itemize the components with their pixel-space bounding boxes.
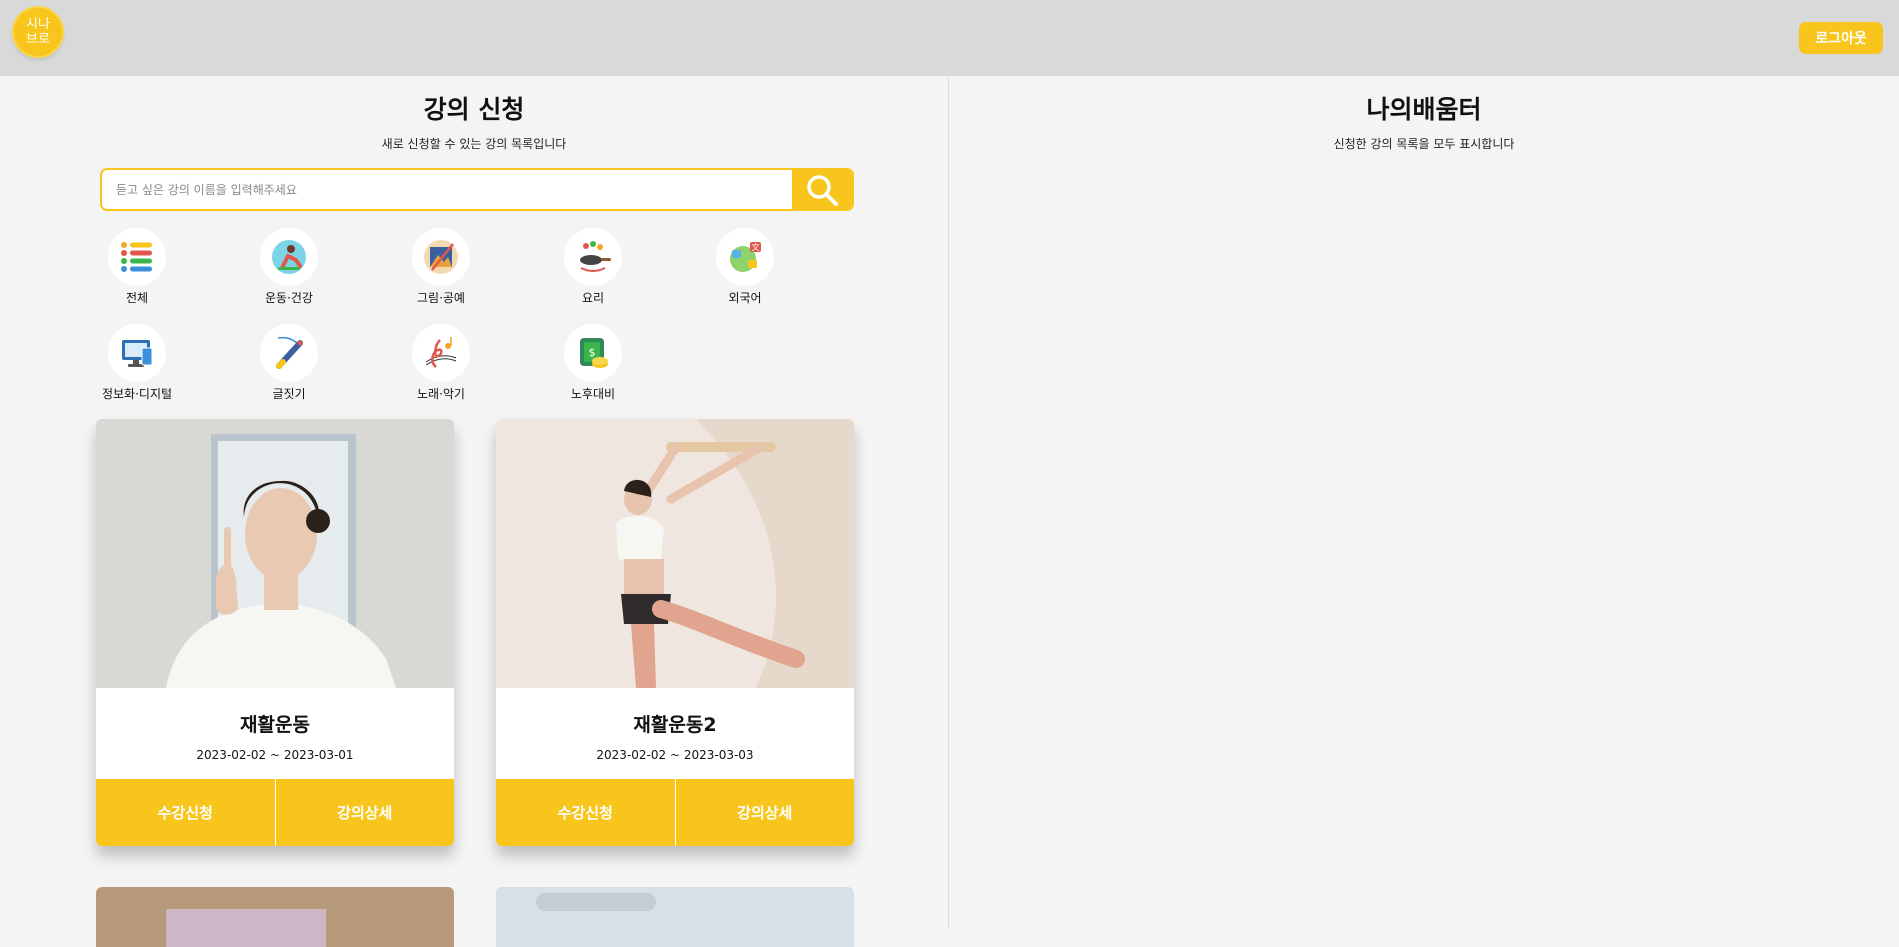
course-detail-button[interactable]: 강의상세 — [676, 779, 855, 846]
course-signup-title: 강의 신청 — [423, 95, 525, 124]
logout-button[interactable]: 로그아웃 — [1799, 22, 1883, 54]
art-icon — [424, 240, 458, 274]
language-icon: 文 — [730, 242, 761, 272]
course-title: 재활운동 — [240, 714, 310, 736]
course-photo-woman-pointing — [96, 419, 454, 688]
course-actions: 수강신청 강의상세 — [96, 779, 454, 846]
logo-text-line1: 시나 — [26, 17, 50, 32]
category-music[interactable]: 노래·악기 — [381, 324, 501, 402]
category-all[interactable]: 전체 — [77, 228, 197, 306]
cooking-icon — [580, 241, 611, 272]
enroll-button[interactable]: 수강신청 — [496, 779, 675, 846]
course-card: 재활운동2 2023-02-02 ~ 2023-03-03 수강신청 강의상세 — [496, 419, 854, 846]
category-foreign-language[interactable]: 文 외국어 — [685, 228, 805, 306]
svg-text:文: 文 — [752, 242, 760, 252]
app-logo[interactable]: 시나 브로 — [12, 6, 64, 58]
exercise-icon — [272, 240, 306, 274]
category-retirement[interactable]: $ 노후대비 — [533, 324, 653, 402]
course-card-partial — [96, 887, 454, 947]
music-icon — [425, 337, 457, 368]
category-label: 운동·건강 — [265, 291, 313, 305]
my-learning-panel: 나의배움터 신청한 강의 목록을 모두 표시합니다 — [949, 76, 1899, 928]
category-label: 전체 — [125, 291, 149, 305]
my-learning-title: 나의배움터 — [1366, 95, 1482, 124]
enroll-button[interactable]: 수강신청 — [96, 779, 275, 846]
category-cooking[interactable]: 요리 — [533, 228, 653, 306]
writing-icon — [276, 336, 303, 369]
top-header: 시나 브로 로그아웃 — [0, 0, 1899, 76]
course-title: 재활운동2 — [633, 714, 717, 736]
category-label: 정보화·디지털 — [101, 387, 173, 401]
course-dates: 2023-02-02 ~ 2023-03-03 — [596, 748, 754, 762]
category-label: 노래·악기 — [417, 387, 465, 401]
logo-text-line2: 브로 — [26, 32, 50, 47]
category-label: 노후대비 — [570, 387, 616, 401]
category-writing[interactable]: 글짓기 — [229, 324, 349, 402]
course-detail-button[interactable]: 강의상세 — [276, 779, 455, 846]
category-exercise-health[interactable]: 운동·건강 — [229, 228, 349, 306]
list-icon — [121, 242, 152, 272]
course-card-partial — [496, 887, 854, 947]
course-card: 재활운동 2023-02-02 ~ 2023-03-01 수강신청 강의상세 — [96, 419, 454, 846]
category-digital[interactable]: 정보화·디지털 — [77, 324, 197, 402]
course-signup-subtitle: 새로 신청할 수 있는 강의 목록입니다 — [381, 137, 567, 151]
course-photo-woman-stretching — [496, 419, 854, 688]
course-actions: 수강신청 강의상세 — [496, 779, 854, 846]
computer-icon — [122, 340, 153, 367]
money-icon: $ — [580, 338, 608, 368]
category-label: 그림·공예 — [417, 291, 465, 305]
course-search-input[interactable] — [102, 170, 794, 209]
search-icon — [807, 174, 838, 206]
search-button[interactable] — [792, 170, 852, 209]
category-label: 요리 — [581, 291, 605, 305]
my-learning-subtitle: 신청한 강의 목록을 모두 표시합니다 — [1333, 137, 1515, 151]
category-art-craft[interactable]: 그림·공예 — [381, 228, 501, 306]
category-label: 외국어 — [728, 291, 762, 305]
svg-text:$: $ — [589, 346, 596, 359]
category-label: 글짓기 — [272, 387, 306, 401]
course-photo-partial — [536, 893, 656, 911]
course-search-bar — [100, 168, 854, 211]
course-dates: 2023-02-02 ~ 2023-03-01 — [196, 748, 354, 762]
course-signup-panel: 강의 신청 새로 신청할 수 있는 강의 목록입니다 전체 — [0, 76, 948, 947]
course-photo-partial — [166, 909, 326, 947]
